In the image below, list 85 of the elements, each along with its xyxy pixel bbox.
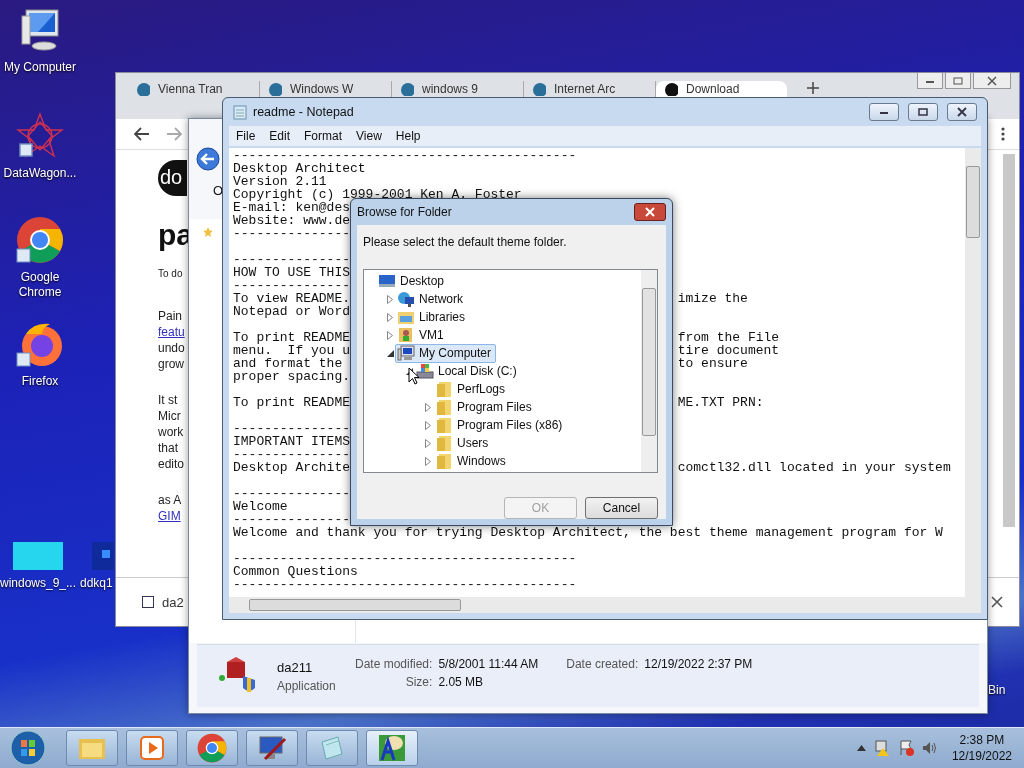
menu-item[interactable]: View — [349, 126, 389, 146]
field-label: Date modified: — [355, 657, 433, 671]
text-line: Welcome and thank you for trying Desktop Architect, the best theme management program for W — [233, 526, 943, 539]
article-text: that — [158, 440, 178, 456]
article-text: as A — [158, 492, 182, 508]
desktop-icon-label[interactable]: My Computer — [1, 60, 79, 75]
desktop-icon-label[interactable]: ddkq1 — [80, 576, 113, 591]
text-line: menu. If you u — [233, 344, 351, 357]
tree-item[interactable]: PerfLogs — [433, 379, 511, 399]
tree-item[interactable]: Program Files — [433, 397, 537, 417]
article-link[interactable]: featu — [158, 324, 185, 340]
text-line: --------------- — [233, 513, 351, 526]
text-line: from the File — [677, 331, 780, 344]
article-text: work — [158, 424, 184, 440]
text-line: Welcome — [233, 500, 288, 513]
text-line: --------------- — [233, 487, 351, 500]
text-line: -------------------------------------------- — [233, 578, 577, 591]
desktop-icon-label[interactable]: Firefox — [1, 374, 79, 389]
menu-item[interactable]: Help — [388, 126, 428, 146]
field-value: 5/8/2001 11:44 AM — [438, 657, 539, 671]
text-line: E-mail: ken@des — [233, 201, 351, 214]
field-label: Date created: — [566, 657, 639, 671]
text-line: Version 2.11 — [233, 175, 327, 188]
tree-item[interactable]: My Computer — [395, 343, 497, 363]
text-line: HOW TO USE THIS — [233, 266, 351, 279]
file-type: Application — [277, 678, 337, 693]
text-line: To view README. — [233, 292, 351, 305]
text-line: -------------------------------------------- — [233, 149, 577, 162]
text-line: Website: www.de — [233, 214, 351, 227]
desktop-icon-label[interactable]: DataWagon... — [1, 166, 79, 181]
text-line: Notepad or Word — [233, 305, 351, 318]
text-line: To print README — [233, 396, 351, 409]
cancel-button[interactable]: Cancel — [585, 497, 658, 519]
tree-item[interactable]: Users — [433, 433, 494, 453]
text-line: --------------- — [233, 279, 351, 292]
file-name: da211 — [277, 659, 314, 675]
menu-item[interactable]: File — [229, 126, 263, 146]
article-text: edito — [158, 456, 185, 472]
clock[interactable]: 2:38 PM 12/19/2022 — [951, 732, 1012, 764]
browser-tab[interactable]: Download — [656, 81, 787, 97]
text-line: proper spacing. — [233, 370, 351, 383]
text-line: IMPORTANT ITEMS — [233, 435, 351, 448]
article-text: undo — [158, 340, 185, 356]
text-line: to ensure — [677, 357, 748, 370]
tree-item[interactable]: VM1 — [395, 325, 449, 345]
text-line: imize the — [677, 292, 748, 305]
download-file-name[interactable]: da2 — [162, 594, 184, 610]
text-line: Common Questions — [233, 565, 358, 578]
text-line: ME.TXT PRN: — [677, 396, 764, 409]
article-text: To do — [158, 267, 183, 281]
tree-item[interactable]: Libraries — [395, 307, 471, 327]
tree-item[interactable]: Desktop — [376, 271, 450, 291]
menu-item[interactable]: Format — [297, 126, 350, 146]
text-line: and format the — [233, 357, 343, 370]
article-text: Micr — [158, 408, 181, 424]
article-text: grow — [158, 356, 184, 372]
dialog-title: Browse for Folder — [357, 205, 452, 219]
toolbar-label[interactable]: O — [213, 183, 224, 198]
desktop-icon-label[interactable]: Google Chrome — [1, 270, 79, 300]
article-link[interactable]: GIM — [158, 508, 181, 524]
menu-item[interactable]: Edit — [262, 126, 298, 146]
site-logo[interactable]: do — [158, 160, 187, 196]
tree-item[interactable]: Windows — [433, 451, 511, 471]
tree-item[interactable]: Program Files (x86) — [433, 415, 568, 435]
dialog-prompt: Please select the default theme folder. — [363, 235, 568, 249]
text-line: tire document — [677, 344, 780, 357]
text-line: -------------------------------------------- — [233, 552, 577, 565]
tree-item[interactable]: Network — [395, 289, 468, 309]
text-line: --------------- — [233, 422, 351, 435]
text-line: --------------- — [233, 448, 351, 461]
text-line: comctl32.dll located in your system — [677, 461, 951, 474]
field-value: 12/19/2022 2:37 PM — [644, 657, 753, 671]
article-text: It st — [158, 392, 178, 408]
field-value: 2.05 MB — [438, 675, 485, 689]
article-text: Pain — [158, 308, 183, 324]
window-title: readme - Notepad — [253, 105, 354, 119]
text-line: Desktop Archite — [233, 461, 351, 474]
text-line: --------------- — [233, 227, 351, 240]
text-line: Copyright (c) 1999-2001 Ken A. Foster — [233, 188, 522, 201]
text-line: Desktop Architect — [233, 162, 366, 175]
desktop-icon-label[interactable]: windows_9_... — [0, 576, 77, 591]
text-line: --------------- — [233, 253, 351, 266]
desktop-icon-label[interactable]: Bin — [988, 683, 1006, 697]
text-line: To print README — [233, 331, 351, 344]
field-label: Size: — [404, 675, 433, 689]
